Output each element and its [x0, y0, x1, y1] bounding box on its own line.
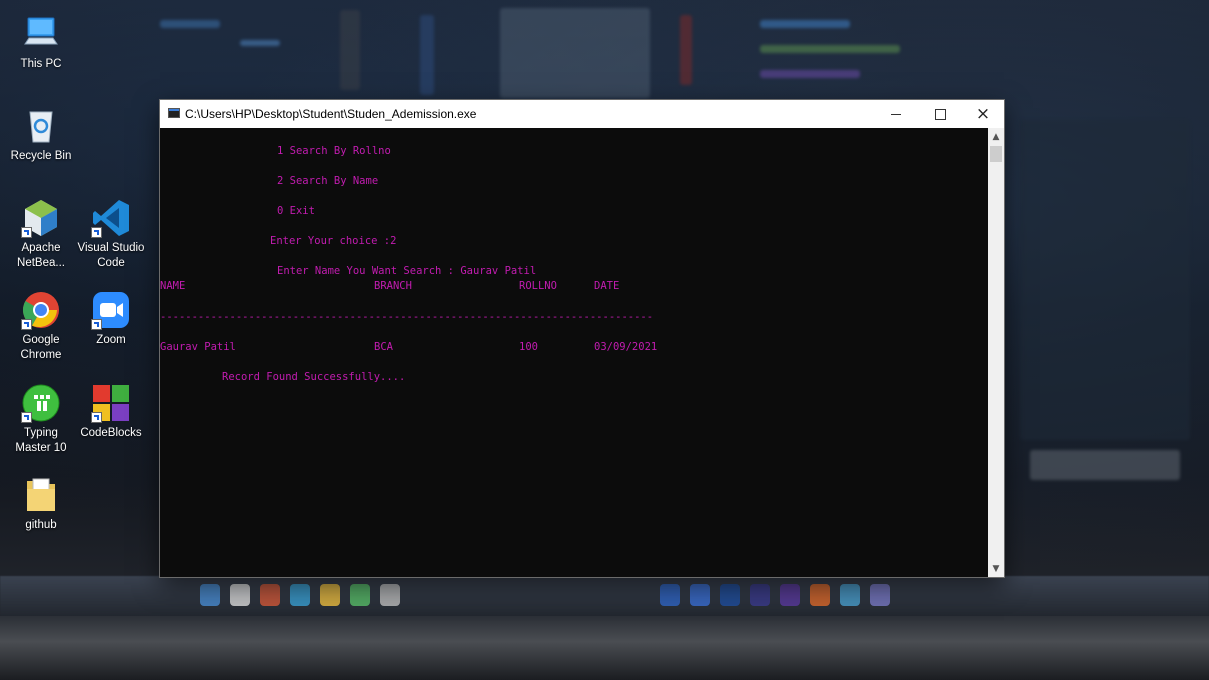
vscode-icon — [91, 198, 131, 238]
zoom-icon — [91, 290, 131, 330]
desktop-icon-label: Zoom — [96, 334, 126, 346]
shortcut-arrow-icon — [21, 227, 32, 238]
scroll-up-button[interactable]: ▲ — [988, 128, 1004, 145]
dock-icon — [720, 584, 740, 606]
netbeans-icon — [21, 198, 61, 238]
dock-icon — [810, 584, 830, 606]
desktop-icon-label: Recycle Bin — [10, 150, 72, 162]
desktop: This PC Recycle Bin Apache NetBea... Vis… — [0, 0, 1209, 680]
window-titlebar[interactable]: C:\Users\HP\Desktop\Student\Studen_Ademi… — [160, 100, 1004, 128]
dock-icon — [230, 584, 250, 606]
column-header-rollno: ROLLNO — [519, 280, 557, 292]
dock-icon — [780, 584, 800, 606]
desktop-icon-label: Google Chrome — [20, 334, 62, 361]
recycle-bin-icon — [21, 106, 61, 146]
separator-line: ----------------------------------------… — [160, 311, 654, 323]
desktop-icon-github-folder[interactable]: github — [6, 475, 76, 533]
console-window[interactable]: C:\Users\HP\Desktop\Student\Studen_Ademi… — [160, 100, 1004, 577]
chrome-icon — [21, 290, 61, 330]
menu-option-name: 2 Search By Name — [277, 175, 379, 187]
maximize-button[interactable] — [918, 100, 962, 128]
minimize-button[interactable] — [874, 100, 918, 128]
desktop-icon-chrome[interactable]: Google Chrome — [6, 290, 76, 363]
background-decoration — [680, 15, 692, 85]
this-pc-icon — [21, 14, 61, 54]
chevron-down-icon: ▼ — [992, 563, 1000, 574]
choice-prompt: Enter Your choice :2 — [270, 235, 397, 247]
background-dock — [0, 576, 1209, 616]
desktop-icon-codeblocks[interactable]: CodeBlocks — [76, 383, 146, 441]
shortcut-arrow-icon — [91, 319, 102, 330]
scroll-thumb[interactable] — [990, 146, 1002, 162]
column-header-branch: BRANCH — [374, 280, 412, 292]
desktop-icon-label: CodeBlocks — [80, 427, 142, 439]
background-decoration — [240, 40, 280, 46]
desktop-icon-label: github — [25, 519, 57, 531]
desktop-icon-label: Apache NetBea... — [17, 242, 65, 269]
shortcut-arrow-icon — [91, 227, 102, 238]
desktop-icon-label: This PC — [20, 58, 62, 70]
result-branch: BCA — [374, 341, 393, 353]
dock-icon — [840, 584, 860, 606]
background-decoration — [760, 20, 850, 28]
desktop-icon-label: Visual Studio Code — [77, 242, 145, 269]
desktop-icon-netbeans[interactable]: Apache NetBea... — [6, 198, 76, 271]
desktop-icon-recycle-bin[interactable]: Recycle Bin — [6, 106, 76, 164]
desktop-icon-label: Typing Master 10 — [15, 427, 67, 454]
background-decoration — [1030, 450, 1180, 480]
dock-icon — [290, 584, 310, 606]
dock-icon — [200, 584, 220, 606]
status-message: Record Found Successfully.... — [222, 371, 406, 383]
dock-icon — [870, 584, 890, 606]
desktop-icon-vscode[interactable]: Visual Studio Code — [76, 198, 146, 271]
dock-icon — [350, 584, 370, 606]
console-app-icon — [168, 108, 180, 118]
background-decoration — [340, 10, 360, 90]
console-output[interactable]: 1 Search By Rollno 2 Search By Name 0 Ex… — [160, 128, 988, 577]
background-glasses — [0, 616, 1209, 680]
shortcut-arrow-icon — [91, 412, 102, 423]
folder-icon — [21, 475, 61, 515]
result-rollno: 100 — [519, 341, 538, 353]
result-name: Gaurav Patil — [160, 341, 236, 353]
shortcut-arrow-icon — [21, 319, 32, 330]
chevron-up-icon: ▲ — [992, 131, 1000, 142]
dock-icon — [690, 584, 710, 606]
result-date: 03/09/2021 — [594, 341, 658, 353]
background-decoration — [760, 45, 900, 53]
dock-icon — [750, 584, 770, 606]
shortcut-arrow-icon — [21, 412, 32, 423]
dock-icon — [380, 584, 400, 606]
dock-icon — [660, 584, 680, 606]
codeblocks-icon — [91, 383, 131, 423]
name-prompt: Enter Name You Want Search : Gaurav Pati… — [277, 265, 537, 277]
dock-icon — [320, 584, 340, 606]
desktop-icon-typing-master[interactable]: Typing Master 10 — [6, 383, 76, 456]
menu-option-exit: 0 Exit — [277, 205, 315, 217]
window-title: C:\Users\HP\Desktop\Student\Studen_Ademi… — [185, 107, 477, 121]
close-icon: × — [975, 104, 991, 124]
background-decoration — [760, 70, 860, 78]
background-decoration — [500, 8, 650, 98]
close-button[interactable]: × — [962, 100, 1004, 128]
background-decoration — [420, 15, 434, 95]
scroll-down-button[interactable]: ▼ — [988, 560, 1004, 577]
typing-master-icon — [21, 383, 61, 423]
background-decoration — [1020, 120, 1190, 440]
vertical-scrollbar[interactable]: ▲ ▼ — [988, 128, 1004, 577]
minimize-icon — [891, 113, 901, 115]
desktop-icon-this-pc[interactable]: This PC — [6, 14, 76, 72]
column-header-name: NAME — [160, 280, 186, 292]
menu-option-rollno: 1 Search By Rollno — [277, 145, 391, 157]
background-decoration — [160, 20, 220, 28]
dock-icon — [260, 584, 280, 606]
maximize-icon — [934, 108, 946, 120]
column-header-date: DATE — [594, 280, 620, 292]
desktop-icon-zoom[interactable]: Zoom — [76, 290, 146, 348]
